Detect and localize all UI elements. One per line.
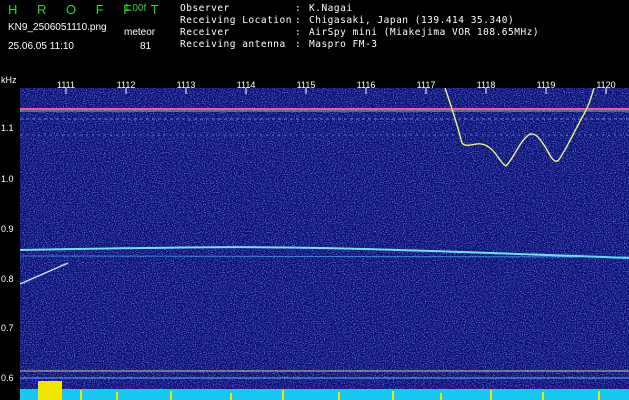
y-tick-label: 0.7 <box>1 323 14 333</box>
info-separator: : <box>295 27 302 38</box>
y-tick-label: 1.0 <box>1 174 14 184</box>
y-tick-label: 0.8 <box>1 274 14 284</box>
info-separator: : <box>295 15 302 26</box>
y-tick-label: 0.6 <box>1 373 14 383</box>
info-row-location: Receiving Location: Chigasaki, Japan (139… <box>180 15 514 26</box>
meteor-label: meteor <box>124 27 156 38</box>
info-row-receiver: Receiver: AirSpy mini (Miakejima VOR 108.… <box>180 27 539 38</box>
version-label: 1.00f <box>124 3 147 14</box>
header-panel: H R O F F T 1.00f KN9_2506051110.png met… <box>0 0 629 72</box>
info-key: Receiver <box>180 27 230 38</box>
info-key: Receiving antenna <box>180 39 286 50</box>
spectrogram <box>20 88 629 400</box>
info-separator: : <box>295 39 302 50</box>
datetime-label: 25.06.05 11:10 <box>8 41 74 52</box>
info-value: AirSpy mini (Miakejima VOR 108.65MHz) <box>309 27 540 38</box>
file-name: KN9_2506051110.png <box>8 22 107 33</box>
bottom-level-strip <box>20 389 629 400</box>
meteor-count: 81 <box>140 41 152 52</box>
level-peak <box>38 381 62 400</box>
info-row-observer: Observer: K.Nagai <box>180 3 353 14</box>
y-tick-label: 1.1 <box>1 123 14 133</box>
info-key: Receiving Location <box>180 15 292 26</box>
info-key: Observer <box>180 3 230 14</box>
info-value: Chigasaki, Japan (139.414 35.340) <box>309 15 515 26</box>
info-separator: : <box>295 3 302 14</box>
y-tick-label: 0.9 <box>1 224 14 234</box>
info-value: K.Nagai <box>309 3 353 14</box>
y-axis-unit: kHz <box>1 75 17 85</box>
spectrogram-panel <box>20 88 629 400</box>
info-value: Maspro FM-3 <box>309 39 378 50</box>
info-row-antenna: Receiving antenna: Maspro FM-3 <box>180 39 377 50</box>
